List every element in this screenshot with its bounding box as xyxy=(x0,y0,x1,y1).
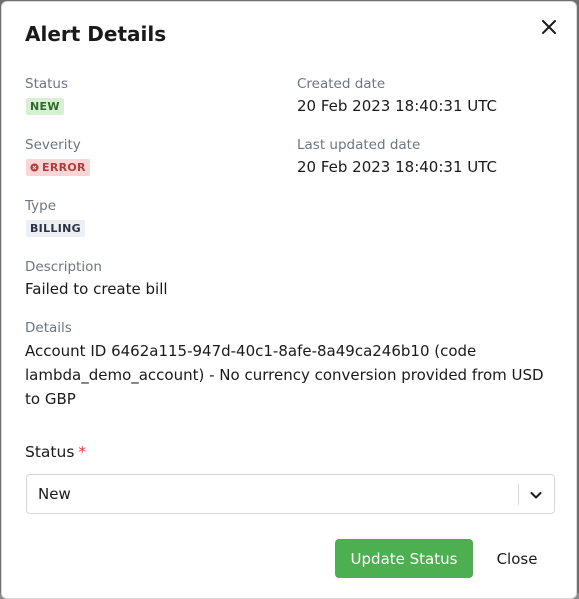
status-form-label-text: Status xyxy=(25,443,75,461)
chevron-down-icon[interactable] xyxy=(529,488,543,502)
severity-field-label: Severity xyxy=(25,137,81,153)
modal-title: Alert Details xyxy=(25,22,167,46)
select-divider xyxy=(518,484,519,505)
details-label: Details xyxy=(25,320,72,336)
status-select-value: New xyxy=(38,485,71,503)
details-value: Account ID 6462a115-947d-40c1-8afe-8a49c… xyxy=(25,342,544,408)
status-form-label: Status * xyxy=(25,443,86,461)
type-field-label: Type xyxy=(25,198,57,214)
severity-badge: ERROR xyxy=(26,159,90,176)
created-date-value: 20 Feb 2023 18:40:31 UTC xyxy=(297,97,497,115)
last-updated-value: 20 Feb 2023 18:40:31 UTC xyxy=(297,158,497,176)
created-date-label: Created date xyxy=(297,76,386,92)
description-value: Failed to create bill xyxy=(25,280,168,298)
status-select[interactable]: New xyxy=(26,474,555,514)
last-updated-label: Last updated date xyxy=(297,137,421,153)
update-status-button[interactable]: Update Status xyxy=(335,539,473,578)
type-badge: BILLING xyxy=(26,220,85,237)
x-circle-icon xyxy=(30,163,39,172)
description-label: Description xyxy=(25,259,102,275)
required-marker: * xyxy=(78,443,87,461)
status-field-label: Status xyxy=(25,76,69,92)
close-icon[interactable] xyxy=(539,17,559,37)
close-button[interactable]: Close xyxy=(485,539,549,578)
status-badge: NEW xyxy=(26,98,64,115)
alert-details-modal: Alert Details Status NEW Created date 20… xyxy=(1,1,577,599)
severity-badge-text: ERROR xyxy=(42,161,86,174)
